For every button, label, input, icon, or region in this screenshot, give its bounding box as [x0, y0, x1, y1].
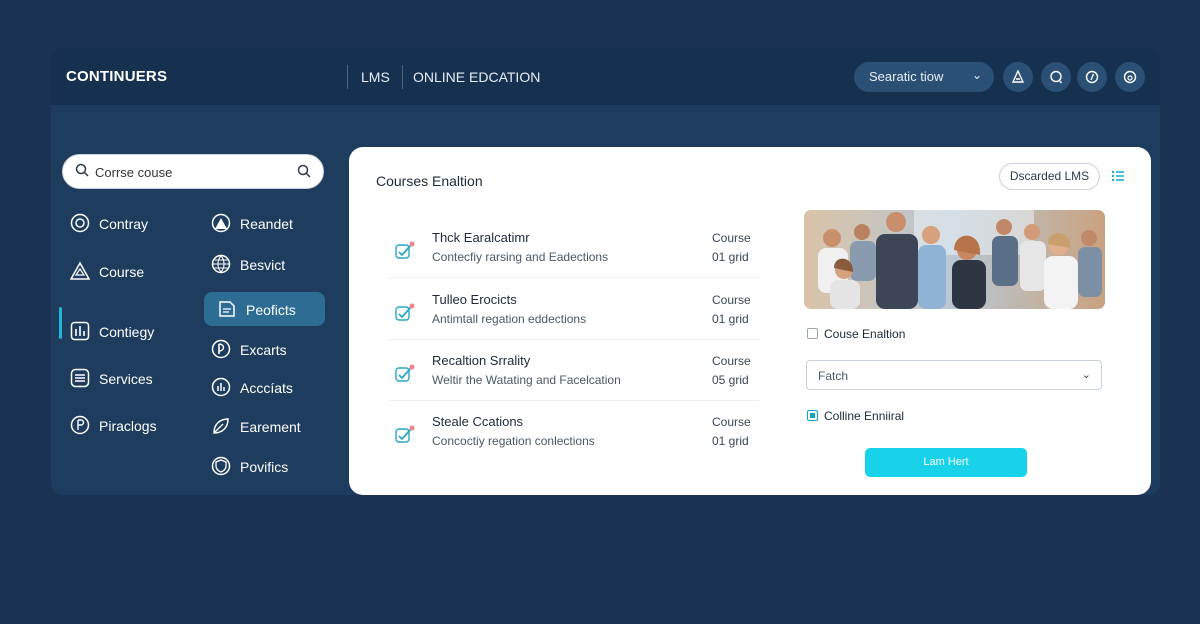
- course-search[interactable]: [62, 154, 324, 189]
- clock-icon: [211, 339, 231, 359]
- courses-panel: Courses Enaltion Dscarded LMS Thck Earal…: [349, 147, 1151, 495]
- sidebar-item-label: Piraclogs: [99, 418, 157, 434]
- scope-selector-label: Searatic tiow: [869, 69, 944, 84]
- checkbox[interactable]: [807, 328, 818, 339]
- course-grid: 01 grid: [712, 434, 749, 448]
- compass-icon[interactable]: [1077, 62, 1107, 92]
- nav-link-online-education[interactable]: ONLINE EDCATION: [413, 69, 540, 85]
- checkbox-label: Colline Enniiral: [824, 409, 905, 423]
- nav-link-lms[interactable]: LMS: [361, 69, 390, 85]
- sidebar-item-label: Contiegy: [99, 324, 155, 340]
- brand-logo: CONTINUERS: [66, 68, 168, 85]
- warning-icon: [70, 261, 90, 280]
- sidebar-item-label: Earement: [240, 419, 301, 435]
- sidebar-item-label: Excarts: [240, 342, 287, 358]
- scope-selector[interactable]: Searatic tiow ⌄: [854, 62, 994, 92]
- select-value: Fatch: [818, 369, 849, 383]
- course-title: Thck Earalcatimr: [432, 230, 530, 245]
- sidebar-item-label: Course: [99, 264, 145, 280]
- course-subtitle: Contecfiy rarsing and Eadections: [432, 250, 609, 264]
- course-grid: 01 grid: [712, 250, 749, 264]
- sidebar-item-label: Besvict: [240, 257, 286, 273]
- search-input[interactable]: [95, 163, 285, 181]
- sidebar-item-label: Peoficts: [246, 302, 296, 318]
- list-icon: [70, 368, 90, 388]
- course-subtitle: Weltir the Watating and Facelcation: [432, 373, 621, 387]
- tag-icon: [70, 415, 90, 435]
- row-divider: [389, 339, 759, 340]
- course-type: Course: [712, 293, 751, 307]
- checkbox-checked[interactable]: [807, 410, 818, 421]
- course-type: Course: [712, 354, 751, 368]
- course-title: Recaltion Srrality: [432, 353, 531, 368]
- course-grid: 05 grid: [712, 373, 749, 387]
- fetch-select[interactable]: Fatch ⌄: [806, 360, 1102, 390]
- user-icon[interactable]: [1003, 62, 1033, 92]
- course-row[interactable]: Thck Earalcatimr Contecfiy rarsing and E…: [389, 227, 759, 273]
- course-check-icon: [395, 425, 415, 443]
- nav-divider: [402, 65, 403, 89]
- chevron-down-icon: ⌄: [1081, 369, 1091, 381]
- document-icon: [219, 301, 235, 317]
- course-title: Tulleo Erocicts: [432, 292, 517, 307]
- sidebar-item-label: Acccíats: [240, 380, 293, 396]
- shield-icon: [211, 456, 231, 476]
- sidebar-item-label: Reandet: [240, 216, 293, 232]
- leaf-icon: [213, 418, 229, 434]
- checkbox-label: Couse Enaltion: [824, 327, 906, 341]
- panel-title: Courses Enaltion: [376, 173, 483, 189]
- sidebar-item-label: Contray: [99, 216, 149, 232]
- chat-icon[interactable]: [1041, 62, 1071, 92]
- course-title: Steale Ccations: [432, 414, 524, 429]
- chart-icon: [70, 321, 90, 341]
- course-check-icon: [395, 241, 415, 259]
- sidebar-item-label: Services: [99, 371, 153, 387]
- course-grid: 01 grid: [712, 312, 749, 326]
- learn-more-button[interactable]: Lam Hert: [865, 448, 1027, 477]
- course-row[interactable]: Recaltion Srrality Weltir the Watating a…: [389, 350, 759, 396]
- course-subtitle: Concoctiy regation conlections: [432, 434, 595, 448]
- course-type: Course: [712, 231, 751, 245]
- discarded-lms-button[interactable]: Dscarded LMS: [999, 163, 1100, 190]
- course-row[interactable]: Tulleo Erocicts Antimtall regation eddec…: [389, 289, 759, 335]
- active-indicator: [59, 307, 62, 339]
- nav-divider: [347, 65, 348, 89]
- chart-icon: [211, 377, 231, 397]
- course-row[interactable]: Steale Ccations Concoctiy regation conle…: [389, 411, 759, 457]
- course-check-icon: [395, 303, 415, 321]
- info-icon[interactable]: [1115, 62, 1145, 92]
- team-photo: [804, 210, 1105, 309]
- row-divider: [389, 400, 759, 401]
- globe-icon: [211, 254, 231, 274]
- top-bar: CONTINUERS LMS ONLINE EDCATION Searatic …: [51, 48, 1160, 105]
- course-type: Course: [712, 415, 751, 429]
- row-divider: [389, 277, 759, 278]
- chevron-down-icon: ⌄: [971, 68, 982, 82]
- sidebar-item-label: Povifics: [240, 459, 289, 475]
- course-subtitle: Antimtall regation eddections: [432, 312, 587, 326]
- person-icon: [211, 213, 231, 233]
- badge-icon: [70, 213, 90, 233]
- list-view-icon[interactable]: [1111, 169, 1125, 183]
- search-submit-icon[interactable]: [297, 164, 311, 178]
- search-icon: [75, 163, 89, 177]
- course-check-icon: [395, 364, 415, 382]
